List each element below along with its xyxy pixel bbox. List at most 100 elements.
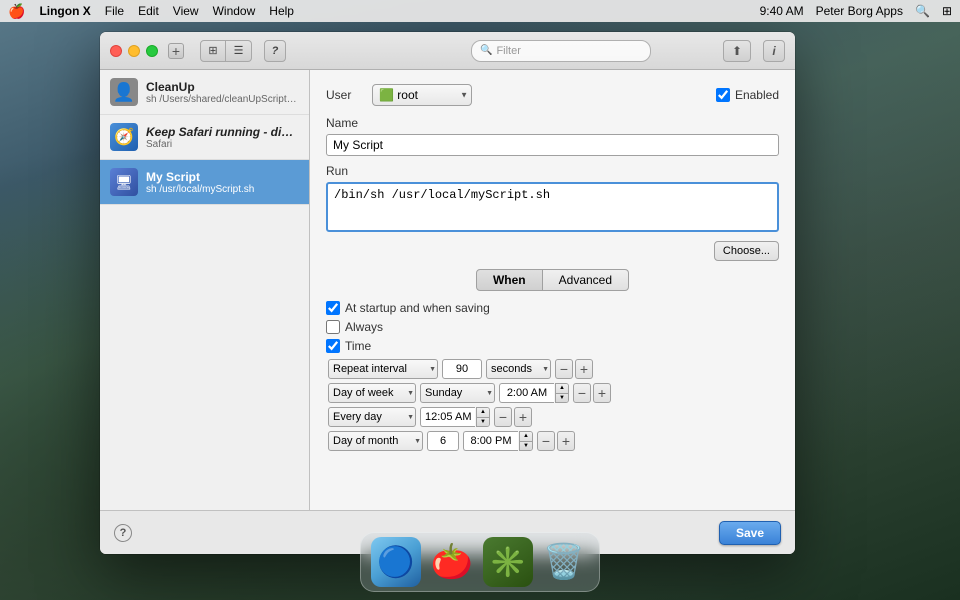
every-day-stepper: − + xyxy=(494,407,532,427)
info-button[interactable]: i xyxy=(763,40,785,62)
window-body: 👤 CleanUp sh /Users/shared/cleanUpScript… xyxy=(100,70,795,510)
time-rows: Repeat interval ▼ seconds ▼ xyxy=(326,359,779,451)
grid-view-button[interactable]: ⊞ xyxy=(200,40,226,62)
every-day-select[interactable]: Every day xyxy=(328,407,416,427)
add-button[interactable]: + xyxy=(168,43,184,59)
cleanup-text: CleanUp sh /Users/shared/cleanUpScript.s… xyxy=(146,80,299,105)
repeat-unit-select-wrapper: seconds ▼ xyxy=(486,359,551,379)
day-of-month-ampm-stepper[interactable]: ▲ ▼ xyxy=(519,431,533,451)
day-of-week-select[interactable]: Day of week xyxy=(328,383,416,403)
day-ampm-stepper[interactable]: ▲ ▼ xyxy=(555,383,569,403)
myscript-icon: 🖥 xyxy=(110,168,138,196)
day-of-week-minus[interactable]: − xyxy=(573,383,591,403)
repeat-unit-select[interactable]: seconds xyxy=(486,359,551,379)
repeat-value-input[interactable] xyxy=(442,359,482,379)
run-section: Run /bin/sh /usr/local/myScript.sh Choos… xyxy=(326,164,779,261)
enabled-checkbox[interactable] xyxy=(716,88,730,102)
minimize-button[interactable] xyxy=(128,45,140,57)
day-value-select[interactable]: Sunday xyxy=(420,383,495,403)
window-menu[interactable]: Window xyxy=(213,4,256,18)
day-of-month-select[interactable]: Day of month xyxy=(328,431,423,451)
dock-trash[interactable]: 🗑️ xyxy=(539,537,589,587)
tab-when[interactable]: When xyxy=(476,269,543,291)
every-day-row: Every day ▼ ▲ ▼ xyxy=(328,407,779,427)
day-time-input: ▲ ▼ xyxy=(499,383,569,403)
every-day-select-wrapper: Every day ▼ xyxy=(328,407,416,427)
search-bar[interactable]: 🔍 Filter xyxy=(471,40,651,62)
view-menu[interactable]: View xyxy=(173,4,199,18)
user-select[interactable]: 🟩 root xyxy=(372,84,472,106)
startup-row: At startup and when saving xyxy=(326,301,779,315)
apple-menu[interactable]: 🍎 xyxy=(8,3,25,20)
edit-menu[interactable]: Edit xyxy=(138,4,159,18)
day-of-week-row: Day of week ▼ Sunday ▼ xyxy=(328,383,779,403)
sidebar-item-safari[interactable]: 🧭 Keep Safari running - disabled Safari xyxy=(100,115,309,160)
always-checkbox[interactable] xyxy=(326,320,340,334)
when-panel: At startup and when saving Always Time xyxy=(326,301,779,451)
day-value-select-wrapper: Sunday ▼ xyxy=(420,383,495,403)
repeat-stepper: − + xyxy=(555,359,593,379)
always-row: Always xyxy=(326,320,779,334)
menubar: 🍎 Lingon X File Edit View Window Help 9:… xyxy=(0,0,960,22)
dock-finder[interactable]: 🔵 xyxy=(371,537,421,587)
maximize-button[interactable] xyxy=(146,45,158,57)
name-section: Name xyxy=(326,116,779,156)
cleanup-title: CleanUp xyxy=(146,80,299,94)
file-menu[interactable]: File xyxy=(105,4,124,18)
help-icon-button[interactable]: ? xyxy=(264,40,286,62)
help-menu[interactable]: Help xyxy=(269,4,294,18)
desktop: 🍎 Lingon X File Edit View Window Help 9:… xyxy=(0,0,960,600)
main-window: + ⊞ ☰ ? 🔍 Filter ⬆ i 👤 xyxy=(100,32,795,554)
day-time-field[interactable] xyxy=(499,383,554,403)
repeat-minus[interactable]: − xyxy=(555,359,573,379)
every-day-ampm-stepper[interactable]: ▲ ▼ xyxy=(476,407,490,427)
repeat-interval-select-wrapper: Repeat interval ▼ xyxy=(328,359,438,379)
dock-tomato[interactable]: 🍅 xyxy=(427,537,477,587)
user-select-wrapper: 🟩 root ▼ xyxy=(372,84,472,106)
right-panel: User 🟩 root ▼ Enabled xyxy=(310,70,795,510)
repeat-plus[interactable]: + xyxy=(575,359,593,379)
user-label: User xyxy=(326,88,366,102)
search-icon[interactable]: 🔍 xyxy=(915,4,930,18)
day-of-week-plus[interactable]: + xyxy=(593,383,611,403)
search-icon: 🔍 xyxy=(480,45,492,56)
titlebar: + ⊞ ☰ ? 🔍 Filter ⬆ i xyxy=(100,32,795,70)
run-textarea[interactable]: /bin/sh /usr/local/myScript.sh xyxy=(326,182,779,232)
repeat-interval-select[interactable]: Repeat interval xyxy=(328,359,438,379)
menubar-user: Peter Borg Apps xyxy=(816,4,903,18)
myscript-title: My Script xyxy=(146,170,299,184)
sidebar-item-cleanup[interactable]: 👤 CleanUp sh /Users/shared/cleanUpScript… xyxy=(100,70,309,115)
run-label: Run xyxy=(326,164,779,178)
menubar-time: 9:40 AM xyxy=(760,4,804,18)
safari-title: Keep Safari running - disabled xyxy=(146,125,299,139)
footer-help-button[interactable]: ? xyxy=(114,524,132,542)
tab-advanced[interactable]: Advanced xyxy=(543,269,629,291)
day-of-week-stepper: − + xyxy=(573,383,611,403)
list-view-button[interactable]: ☰ xyxy=(226,40,252,62)
day-of-month-stepper: − + xyxy=(537,431,575,451)
always-label: Always xyxy=(345,320,383,334)
every-day-time-field[interactable] xyxy=(420,407,475,427)
name-input[interactable] xyxy=(326,134,779,156)
day-of-month-time-input: ▲ ▼ xyxy=(463,431,533,451)
view-toggle: ⊞ ☰ xyxy=(200,40,252,62)
day-num-input[interactable] xyxy=(427,431,459,451)
app-name-menu[interactable]: Lingon X xyxy=(39,4,90,18)
every-day-minus[interactable]: − xyxy=(494,407,512,427)
grid-icon[interactable]: ⊞ xyxy=(942,4,952,18)
day-of-month-plus[interactable]: + xyxy=(557,431,575,451)
day-of-month-time-field[interactable] xyxy=(463,431,518,451)
choose-button[interactable]: Choose... xyxy=(714,241,779,261)
startup-checkbox[interactable] xyxy=(326,301,340,315)
every-day-plus[interactable]: + xyxy=(514,407,532,427)
save-button[interactable]: Save xyxy=(719,521,781,545)
time-checkbox[interactable] xyxy=(326,339,340,353)
dock-star[interactable]: ✳️ xyxy=(483,537,533,587)
sidebar-item-myscript[interactable]: 🖥 My Script sh /usr/local/myScript.sh xyxy=(100,160,309,205)
every-day-time-input: ▲ ▼ xyxy=(420,407,490,427)
share-button[interactable]: ⬆ xyxy=(723,40,751,62)
day-num-wrapper xyxy=(427,431,459,451)
search-placeholder: Filter xyxy=(496,45,520,57)
close-button[interactable] xyxy=(110,45,122,57)
day-of-month-minus[interactable]: − xyxy=(537,431,555,451)
